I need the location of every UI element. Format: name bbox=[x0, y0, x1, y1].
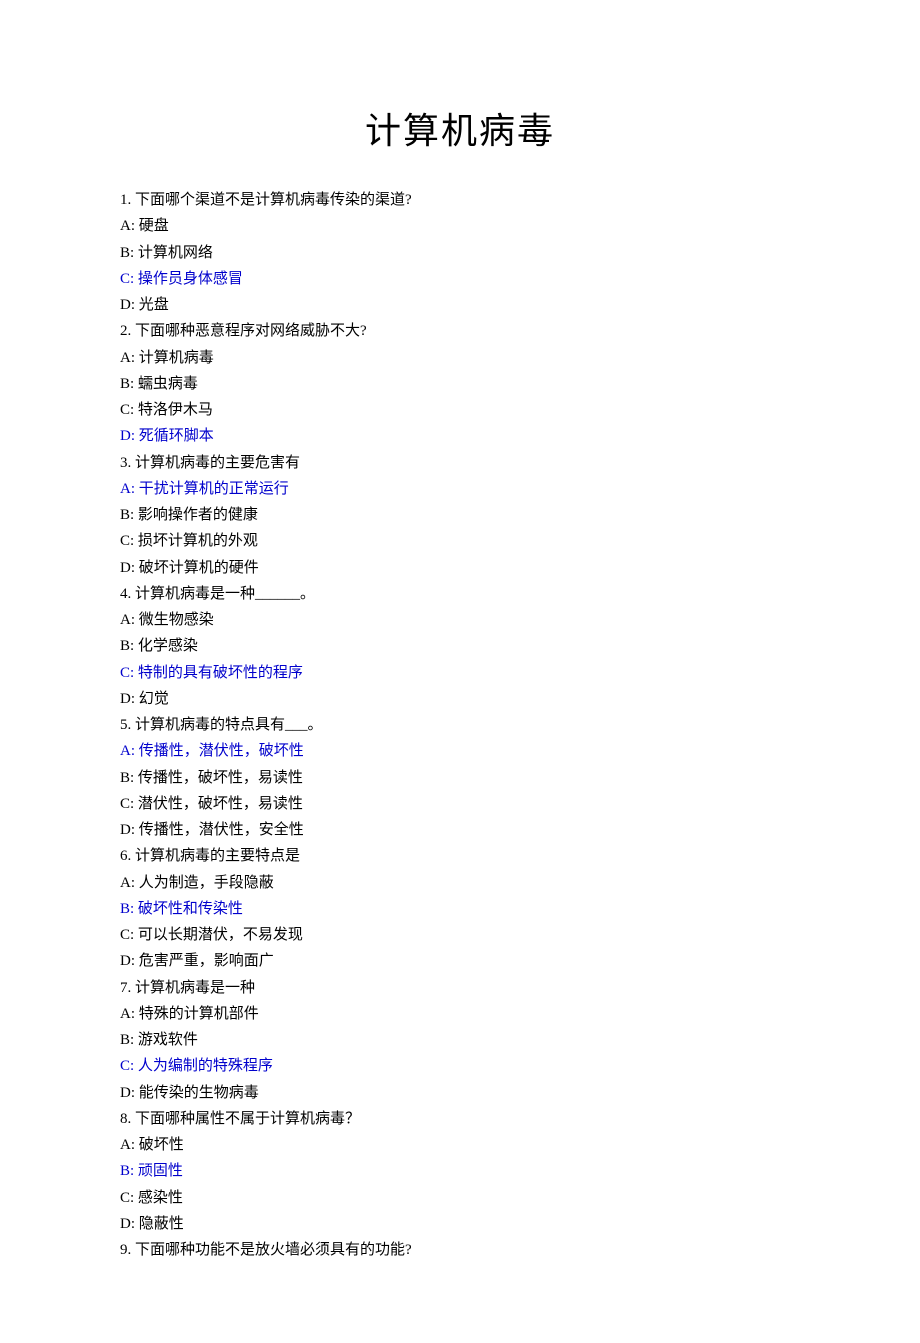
option-text: C: 感染性 bbox=[120, 1185, 800, 1211]
option-text: A: 特殊的计算机部件 bbox=[120, 1001, 800, 1027]
question-text: 8. 下面哪种属性不属于计算机病毒？ bbox=[120, 1106, 800, 1132]
option-text: B: 化学感染 bbox=[120, 633, 800, 659]
option-text: B: 传播性，破坏性，易读性 bbox=[120, 765, 800, 791]
option-text: D: 光盘 bbox=[120, 292, 800, 318]
option-text: D: 危害严重，影响面广 bbox=[120, 948, 800, 974]
question-text: 2. 下面哪种恶意程序对网络威胁不大? bbox=[120, 318, 800, 344]
question-text: 9. 下面哪种功能不是放火墙必须具有的功能? bbox=[120, 1237, 800, 1263]
option-text: C: 人为编制的特殊程序 bbox=[120, 1053, 800, 1079]
option-text: B: 游戏软件 bbox=[120, 1027, 800, 1053]
option-text: C: 特洛伊木马 bbox=[120, 397, 800, 423]
question-text: 6. 计算机病毒的主要特点是 bbox=[120, 843, 800, 869]
option-text: C: 潜伏性，破坏性，易读性 bbox=[120, 791, 800, 817]
option-text: A: 干扰计算机的正常运行 bbox=[120, 476, 800, 502]
option-text: C: 特制的具有破坏性的程序 bbox=[120, 660, 800, 686]
option-text: C: 操作员身体感冒 bbox=[120, 266, 800, 292]
option-text: C: 可以长期潜伏，不易发现 bbox=[120, 922, 800, 948]
option-text: B: 破坏性和传染性 bbox=[120, 896, 800, 922]
question-text: 7. 计算机病毒是一种 bbox=[120, 975, 800, 1001]
option-text: D: 破坏计算机的硬件 bbox=[120, 555, 800, 581]
option-text: B: 蠕虫病毒 bbox=[120, 371, 800, 397]
question-text: 5. 计算机病毒的特点具有___。 bbox=[120, 712, 800, 738]
document-title: 计算机病毒 bbox=[120, 100, 800, 163]
option-text: A: 破坏性 bbox=[120, 1132, 800, 1158]
question-text: 1. 下面哪个渠道不是计算机病毒传染的渠道? bbox=[120, 187, 800, 213]
option-text: D: 幻觉 bbox=[120, 686, 800, 712]
question-list: 1. 下面哪个渠道不是计算机病毒传染的渠道?A: 硬盘B: 计算机网络C: 操作… bbox=[120, 187, 800, 1263]
option-text: A: 传播性，潜伏性，破坏性 bbox=[120, 738, 800, 764]
option-text: B: 计算机网络 bbox=[120, 240, 800, 266]
question-text: 4. 计算机病毒是一种______。 bbox=[120, 581, 800, 607]
option-text: A: 硬盘 bbox=[120, 213, 800, 239]
option-text: D: 能传染的生物病毒 bbox=[120, 1080, 800, 1106]
option-text: B: 顽固性 bbox=[120, 1158, 800, 1184]
option-text: A: 计算机病毒 bbox=[120, 345, 800, 371]
option-text: A: 微生物感染 bbox=[120, 607, 800, 633]
option-text: C: 损坏计算机的外观 bbox=[120, 528, 800, 554]
option-text: D: 传播性，潜伏性，安全性 bbox=[120, 817, 800, 843]
question-text: 3. 计算机病毒的主要危害有 bbox=[120, 450, 800, 476]
option-text: A: 人为制造，手段隐蔽 bbox=[120, 870, 800, 896]
option-text: D: 死循环脚本 bbox=[120, 423, 800, 449]
option-text: B: 影响操作者的健康 bbox=[120, 502, 800, 528]
option-text: D: 隐蔽性 bbox=[120, 1211, 800, 1237]
